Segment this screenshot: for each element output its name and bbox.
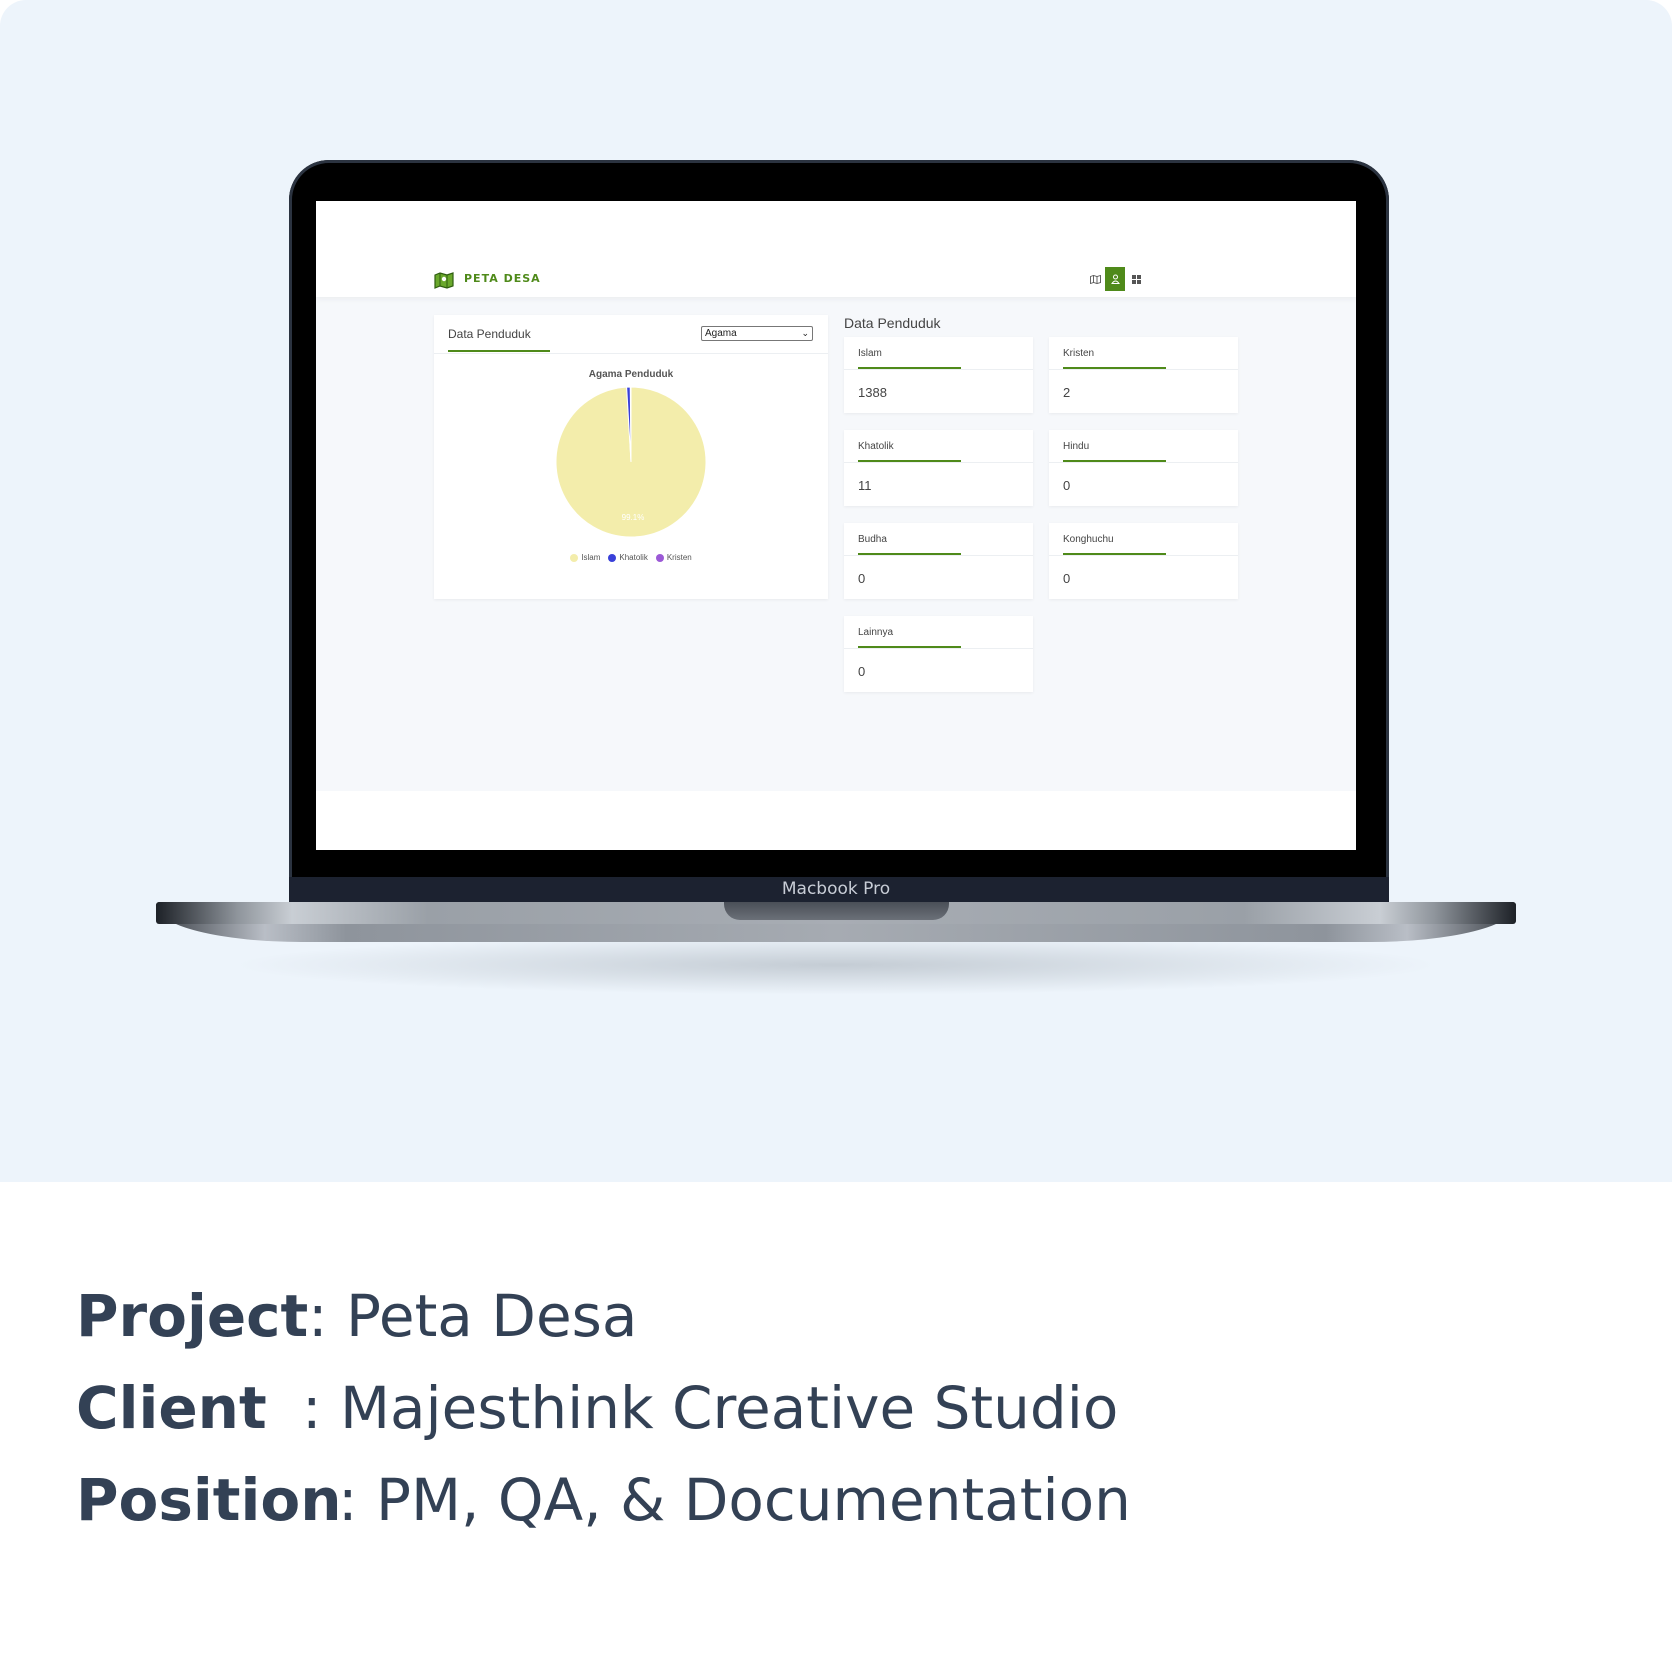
stats-title: Data Penduduk (844, 315, 941, 331)
grid-icon[interactable] (1126, 267, 1146, 291)
legend-swatch (608, 553, 617, 562)
stat-card: Islam 1388 (844, 337, 1033, 413)
caption-project-row: Project : Peta Desa (76, 1270, 637, 1362)
app-header: PETA DESA (316, 201, 1356, 297)
stat-label: Islam (858, 348, 882, 359)
laptop-shadow (230, 935, 1442, 995)
stat-divider (1049, 555, 1238, 556)
caption-client-value: : Majesthink Creative Studio (302, 1374, 1119, 1442)
stat-label: Budha (858, 534, 887, 545)
legend-item[interactable]: Kristen (655, 553, 692, 562)
stat-card: Budha 0 (844, 523, 1033, 599)
map-logo-icon[interactable] (434, 271, 454, 289)
category-select-value: Agama (705, 328, 737, 339)
chart-card-title: Data Penduduk (448, 327, 531, 341)
stat-divider (844, 555, 1033, 556)
legend-item[interactable]: Islam (570, 553, 600, 562)
chart-legend: Islam Khatolik Kristen (434, 553, 828, 562)
chart-card: Data Penduduk Agama ⌄ Agama Penduduk 99.… (434, 315, 828, 599)
project-caption: Project : Peta Desa Client : Majesthink … (76, 1270, 1131, 1546)
stat-card: Khatolik 11 (844, 430, 1033, 506)
stat-divider (1049, 369, 1238, 370)
stat-divider (844, 648, 1033, 649)
stat-label: Khatolik (858, 441, 894, 452)
stat-card: Hindu 0 (1049, 430, 1238, 506)
stat-card: Kristen 2 (1049, 337, 1238, 413)
legend-label: Khatolik (619, 553, 648, 562)
chart-title: Agama Penduduk (588, 369, 674, 380)
stat-value: 0 (1063, 478, 1071, 493)
legend-swatch (655, 553, 664, 562)
caption-position-label: Position (76, 1466, 342, 1534)
stat-card: Lainnya 0 (844, 616, 1033, 692)
stat-value: 0 (858, 571, 866, 586)
stat-label: Kristen (1063, 348, 1095, 359)
chevron-down-icon: ⌄ (801, 328, 809, 338)
caption-client-row: Client : Majesthink Creative Studio (76, 1362, 1118, 1454)
stat-divider (1049, 462, 1238, 463)
pie-chart: 99.1% (555, 386, 707, 538)
card-divider (434, 353, 828, 354)
category-select[interactable]: Agama ⌄ (701, 326, 813, 341)
brand-name[interactable]: PETA DESA (464, 272, 541, 285)
app-footer (316, 791, 1356, 850)
stat-card: Konghuchu 0 (1049, 523, 1238, 599)
laptop-notch (724, 902, 949, 920)
stat-value: 11 (858, 478, 872, 493)
stat-value: 2 (1063, 385, 1071, 400)
stat-value: 1388 (858, 385, 887, 400)
stat-value: 0 (1063, 571, 1071, 586)
tab-underline (448, 350, 550, 352)
caption-project-label: Project (76, 1282, 309, 1350)
legend-swatch (570, 553, 579, 562)
stat-divider (844, 462, 1033, 463)
stat-label: Konghuchu (1063, 534, 1114, 545)
stat-label: Lainnya (858, 627, 894, 638)
caption-position-value: : PM, QA, & Documentation (338, 1466, 1131, 1534)
stat-divider (844, 369, 1033, 370)
device-label: Macbook Pro (781, 879, 891, 899)
laptop-screen: PETA DESA Data Penduduk Agama ⌄ Agama Pe… (316, 201, 1356, 850)
map-icon[interactable] (1085, 267, 1105, 291)
legend-item[interactable]: Khatolik (608, 553, 648, 562)
caption-position-row: Position : PM, QA, & Documentation (76, 1454, 1131, 1546)
caption-client-label: Client (76, 1374, 267, 1442)
legend-label: Islam (581, 553, 601, 562)
stat-label: Hindu (1063, 441, 1090, 452)
caption-project-value: : Peta Desa (308, 1282, 638, 1350)
stat-value: 0 (858, 664, 866, 679)
legend-label: Kristen (666, 553, 692, 562)
user-icon[interactable] (1105, 267, 1125, 291)
pie-slice-kristen[interactable] (629, 386, 632, 463)
pie-data-label: 99.1% (622, 513, 645, 522)
